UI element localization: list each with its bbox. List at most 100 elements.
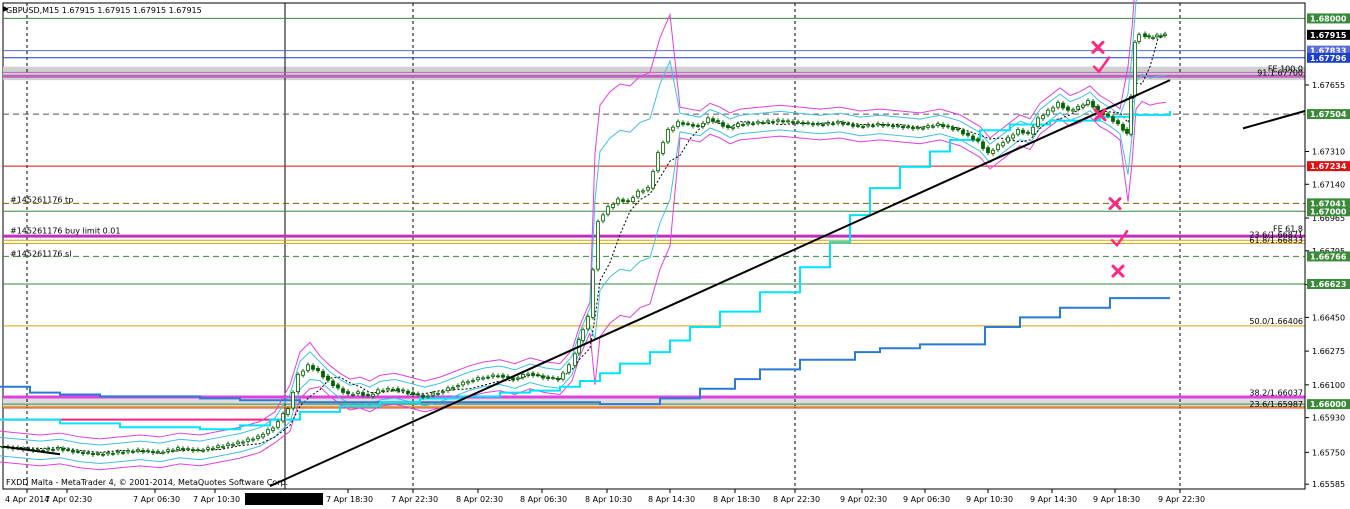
- candle-body: [696, 125, 700, 127]
- price-label: 1.67796: [1310, 54, 1347, 63]
- candle-body: [966, 132, 970, 136]
- x-tick-label: 8 Apr 10:30: [585, 495, 632, 504]
- candle-body: [116, 451, 120, 454]
- candle-body: [251, 438, 255, 441]
- candle-body: [496, 375, 500, 378]
- candle-body: [951, 126, 955, 131]
- price-label: 1.67915: [1310, 31, 1347, 40]
- candle-body: [901, 126, 905, 129]
- candle-body: [1011, 134, 1015, 139]
- candle-body: [586, 316, 590, 330]
- candle-body: [856, 125, 860, 127]
- y-tick-label: 1.66275: [1312, 347, 1345, 356]
- chart: 1.676551.673101.669651.666201.662751.659…: [0, 0, 1350, 509]
- candle-body: [596, 221, 600, 270]
- candle-body: [401, 389, 405, 392]
- candle-body: [876, 123, 880, 126]
- x-tick-label: 7 Apr 22:30: [391, 495, 438, 504]
- candle-body: [621, 199, 625, 202]
- candle-body: [846, 123, 850, 125]
- candle-body: [136, 449, 140, 452]
- candle-body: [616, 198, 620, 204]
- candle-body: [771, 121, 775, 124]
- candle-body: [1111, 116, 1115, 122]
- candle-body: [631, 197, 635, 203]
- symbol-label: GBPUSD,M15: [6, 6, 62, 15]
- candle-body: [56, 447, 60, 450]
- candle-body: [641, 190, 645, 193]
- fib-label: 61.8/1.66833: [1249, 236, 1303, 245]
- y-tick-label: 1.65930: [1312, 414, 1345, 423]
- candle-body: [866, 124, 870, 127]
- candle-body: [121, 451, 125, 454]
- candle-body: [261, 434, 265, 438]
- candle-body: [331, 380, 335, 387]
- candle-body: [716, 120, 720, 123]
- candle-body: [801, 122, 805, 125]
- candle-body: [551, 377, 555, 380]
- candle-body: [346, 391, 350, 395]
- candle-body: [946, 125, 950, 128]
- candle-body: [516, 377, 520, 380]
- candle-body: [146, 450, 150, 453]
- candle-body: [86, 452, 90, 454]
- candle-body: [626, 200, 630, 203]
- candle-body: [291, 391, 295, 409]
- x-tick-label: 8 Apr 18:30: [713, 495, 760, 504]
- candle-body: [356, 391, 360, 394]
- candle-body: [926, 125, 930, 128]
- candle-body: [1116, 120, 1120, 125]
- x-tick-label: 7 Apr 10:30: [193, 495, 240, 504]
- candle-body: [916, 127, 920, 129]
- x-tick-label: 9 Apr 10:30: [966, 495, 1013, 504]
- candle-body: [176, 447, 180, 450]
- candle-body: [426, 395, 430, 398]
- candle-body: [976, 138, 980, 142]
- candle-body: [411, 392, 415, 396]
- candle-body: [1155, 34, 1159, 38]
- candle-body: [101, 453, 105, 456]
- candle-body: [1125, 128, 1129, 134]
- candle-body: [1046, 109, 1050, 116]
- candle-body: [236, 441, 240, 445]
- candle-body: [296, 374, 300, 393]
- price-label: 1.66623: [1310, 280, 1346, 289]
- candle-body: [786, 120, 790, 123]
- candle-body: [906, 126, 910, 129]
- candle-body: [671, 126, 675, 131]
- candle-body: [567, 364, 571, 373]
- candle-body: [886, 124, 890, 127]
- candle-body: [51, 449, 55, 451]
- candle-body: [1106, 113, 1110, 117]
- x-tick-label: 7 Apr 18:30: [326, 495, 373, 504]
- candle-body: [791, 121, 795, 124]
- candle-body: [851, 124, 855, 127]
- candle-body: [646, 186, 650, 191]
- candle-body: [996, 144, 1000, 150]
- candle-body: [451, 387, 455, 390]
- candle-body: [396, 388, 400, 392]
- candle-body: [171, 449, 175, 452]
- candle-body: [221, 445, 225, 448]
- y-tick-label: 1.67655: [1312, 81, 1345, 90]
- candle-body: [606, 206, 610, 215]
- candle-body: [981, 141, 985, 149]
- candle-body: [321, 370, 325, 378]
- x-tick-label: 7 Apr 06:30: [133, 495, 180, 504]
- candle-body: [471, 380, 475, 382]
- candle-body: [211, 447, 215, 450]
- candle-body: [1086, 100, 1090, 105]
- candle-body: [196, 449, 200, 452]
- candle-body: [891, 125, 895, 128]
- order-label: #145261176 tp: [10, 196, 73, 205]
- candle-body: [751, 123, 755, 125]
- candle-body: [216, 445, 220, 448]
- candle-body: [1006, 136, 1010, 143]
- candle-body: [1051, 107, 1055, 112]
- candle-body: [141, 450, 145, 453]
- candle-body: [226, 443, 230, 447]
- candle-body: [326, 375, 330, 381]
- fib-label: 23.6/1.65987: [1249, 400, 1303, 409]
- candle-body: [1096, 105, 1100, 111]
- candle-body: [956, 128, 960, 131]
